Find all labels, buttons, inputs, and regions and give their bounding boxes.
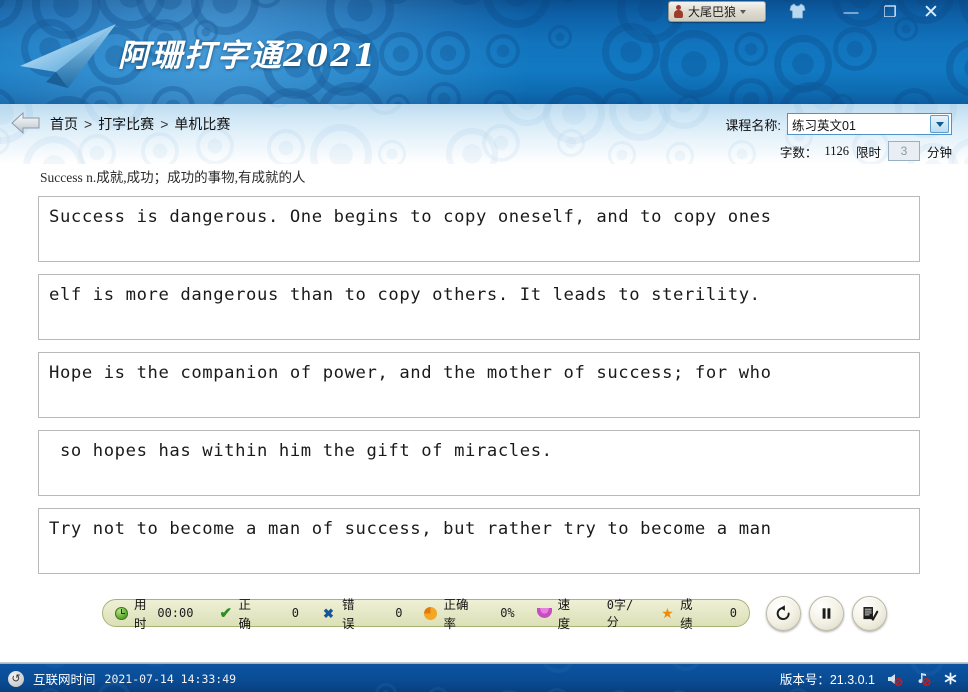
wordcount-label: 字数： bbox=[779, 145, 818, 160]
back-arrow-button[interactable] bbox=[10, 110, 42, 136]
footer-bar: ↺ 互联网时间 2021-07-14 14:33:49 版本号：21.3.0.1 bbox=[0, 664, 968, 692]
course-dropdown[interactable]: 练习英文01 bbox=[787, 113, 952, 135]
maximize-button[interactable]: ❐ bbox=[877, 2, 903, 22]
typing-row[interactable]: Hope is the companion of power, and the … bbox=[38, 352, 920, 418]
status-item-score: ★ 成绩 0 bbox=[661, 594, 737, 632]
typing-row[interactable]: Try not to become a man of success, but … bbox=[38, 508, 920, 574]
user-badge[interactable]: 大尾巴狼 bbox=[668, 1, 766, 22]
document-check-icon bbox=[863, 607, 879, 621]
chevron-down-icon[interactable] bbox=[930, 115, 949, 133]
course-label: 课程名称: bbox=[725, 117, 781, 133]
pause-icon bbox=[822, 608, 831, 619]
typing-row[interactable]: so hopes has within him the gift of mira… bbox=[38, 430, 920, 496]
app-window: 阿珊打字通2021 大尾巴狼 — ❐ ✕ 首页 > 打字比赛 > 单机比赛 课程… bbox=[0, 0, 968, 692]
close-button[interactable]: ✕ bbox=[918, 2, 944, 23]
limit-label: 限时 bbox=[855, 145, 881, 160]
breadcrumb-item-contest[interactable]: 打字比赛 bbox=[98, 114, 154, 134]
tshirt-icon[interactable] bbox=[789, 3, 806, 19]
music-muted-icon[interactable] bbox=[915, 672, 931, 686]
course-stats-row: 字数： 1126 限时 3 分钟 bbox=[780, 141, 952, 161]
control-buttons bbox=[766, 596, 887, 631]
word-hint-text: Success n.成就,成功；成功的事物,有成就的人 bbox=[40, 170, 306, 185]
footer-right: 版本号：21.3.0.1 bbox=[780, 669, 958, 688]
status-value: 00:00 bbox=[157, 606, 194, 620]
app-title: 阿珊打字通2021 bbox=[118, 38, 378, 74]
gear-icon[interactable] bbox=[943, 671, 958, 686]
typing-line-text: so hopes has within him the gift of mira… bbox=[49, 441, 553, 461]
restart-button[interactable] bbox=[766, 596, 801, 631]
cross-icon: ✖ bbox=[322, 605, 334, 621]
star-icon: ★ bbox=[661, 604, 674, 621]
user-name: 大尾巴狼 bbox=[688, 5, 737, 19]
limit-unit: 分钟 bbox=[926, 145, 952, 160]
status-item-error: ✖ 错误 0 bbox=[323, 594, 403, 632]
typing-area: Success is dangerous. One begins to copy… bbox=[38, 196, 920, 586]
pause-button[interactable] bbox=[809, 596, 844, 631]
typing-row[interactable]: elf is more dangerous than to copy other… bbox=[38, 274, 920, 340]
limit-input[interactable]: 3 bbox=[887, 141, 920, 161]
course-selected-value: 练习英文01 bbox=[792, 118, 856, 133]
breadcrumb-separator: > bbox=[160, 116, 169, 132]
breadcrumb-item-home[interactable]: 首页 bbox=[50, 114, 78, 134]
typing-row[interactable]: Success is dangerous. One begins to copy… bbox=[38, 196, 920, 262]
chevron-down-icon[interactable] bbox=[740, 9, 747, 14]
typing-line-text: Try not to become a man of success, but … bbox=[49, 519, 772, 539]
check-icon: ✔ bbox=[219, 604, 233, 622]
status-value: 0 bbox=[395, 606, 403, 620]
typing-line-text: Success is dangerous. One begins to copy… bbox=[49, 207, 772, 227]
net-time-label: 互联网时间 bbox=[33, 673, 96, 687]
version-label: 版本号：21.3.0.1 bbox=[779, 673, 875, 687]
status-item-time: 用时 00:00 bbox=[115, 594, 193, 632]
wordcount-value: 1126 bbox=[824, 143, 849, 158]
status-label: 错误 bbox=[341, 598, 355, 631]
breadcrumb-separator: > bbox=[84, 116, 93, 132]
speaker-muted-icon[interactable] bbox=[887, 672, 903, 686]
status-value: 0 bbox=[291, 606, 299, 620]
typing-line-text: elf is more dangerous than to copy other… bbox=[49, 285, 761, 305]
status-bar: 用时 00:00 ✔ 正确 0 ✖ 错误 0 正确率 0% 速度 0字/分 ★ … bbox=[102, 598, 750, 631]
status-label: 用时 bbox=[134, 598, 147, 631]
fan-icon bbox=[536, 608, 552, 618]
footer-left: ↺ 互联网时间 2021-07-14 14:33:49 bbox=[8, 669, 236, 688]
net-time-value: 2021-07-14 14:33:49 bbox=[104, 671, 237, 686]
breadcrumb-item-standalone[interactable]: 单机比赛 bbox=[174, 114, 230, 134]
paper-plane-logo bbox=[20, 24, 116, 88]
pie-icon bbox=[424, 606, 438, 620]
typing-line-text: Hope is the companion of power, and the … bbox=[49, 363, 772, 383]
status-label: 正确率 bbox=[443, 598, 469, 631]
status-value: 0字/分 bbox=[606, 598, 634, 629]
person-icon bbox=[673, 5, 684, 18]
status-value: 0 bbox=[729, 606, 737, 620]
course-selector-row: 课程名称: 练习英文01 bbox=[725, 113, 952, 135]
refresh-icon[interactable]: ↺ bbox=[8, 670, 24, 687]
title-banner: 阿珊打字通2021 大尾巴狼 — ❐ ✕ bbox=[0, 0, 968, 104]
status-label: 速度 bbox=[557, 598, 571, 631]
breadcrumb: 首页 > 打字比赛 > 单机比赛 bbox=[50, 114, 230, 134]
status-item-speed: 速度 0字/分 bbox=[536, 594, 639, 632]
status-label: 正确 bbox=[238, 598, 251, 631]
clock-icon bbox=[115, 606, 128, 620]
submit-button[interactable] bbox=[852, 596, 887, 631]
status-item-correct: ✔ 正确 0 bbox=[219, 594, 299, 632]
status-value: 0% bbox=[500, 606, 515, 620]
status-label: 成绩 bbox=[680, 598, 693, 631]
status-item-accuracy: 正确率 0% bbox=[424, 594, 515, 632]
restart-icon bbox=[776, 605, 790, 620]
minimize-button[interactable]: — bbox=[838, 2, 864, 22]
